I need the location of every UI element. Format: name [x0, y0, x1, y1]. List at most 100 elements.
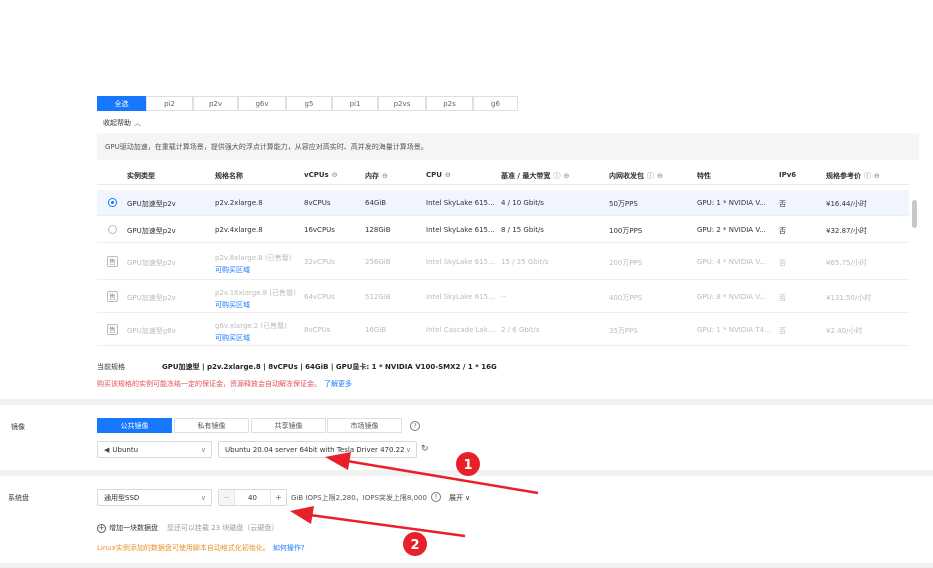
help-icon[interactable]: ⓘ	[647, 171, 654, 181]
cell-cpu: Intel SkyLake 615...	[426, 199, 495, 207]
cell-spec: p2v.4xlarge.8	[215, 226, 263, 234]
cell-bandwidth: 15 / 25 Gbit/s	[501, 258, 549, 266]
table-scrollbar-thumb[interactable]	[912, 200, 917, 228]
th-vcpus[interactable]: vCPUs ⊖	[304, 171, 338, 179]
image-version-value: Ubuntu 20.04 server 64bit with Tesla Dri…	[225, 445, 405, 454]
linux-init-tip-text: Linux实例添加的数据盘可使用脚本自动格式化初始化。	[97, 544, 270, 552]
image-tab-1[interactable]: 私有镜像	[174, 418, 249, 433]
annotation-marker-2-label: 2	[410, 538, 419, 553]
type-tab-g6[interactable]: g6	[473, 96, 518, 111]
chevron-down-icon: ∨	[465, 494, 471, 502]
section-divider	[0, 563, 933, 568]
cell-bandwidth: 2 / 6 Gbit/s	[501, 326, 540, 334]
purchasable-region-link[interactable]: 可购买区域	[215, 333, 300, 343]
row-radio[interactable]	[108, 198, 117, 207]
image-version-select[interactable]: Ubuntu 20.04 server 64bit with Tesla Dri…	[218, 441, 417, 458]
sort-icon[interactable]: ⊖	[563, 172, 569, 180]
type-tab-p2v[interactable]: p2v	[193, 96, 238, 111]
disk-size-input[interactable]: 40	[235, 490, 270, 505]
cell-ipv6: 否	[779, 200, 786, 208]
cell-memory: 64GiB	[365, 199, 387, 207]
cell-vcpus: 16vCPUs	[304, 226, 335, 234]
type-tab-g6v[interactable]: g6v	[238, 96, 286, 111]
th-memory[interactable]: 内存 ⊖	[365, 171, 388, 181]
cell-feature: GPU: 4 * NVIDIA V...	[697, 258, 766, 266]
th-cpu[interactable]: CPU ⊖	[426, 171, 451, 179]
type-tab-pi2[interactable]: pi2	[146, 96, 193, 111]
type-tab-pi1[interactable]: pi1	[332, 96, 378, 111]
image-tab-0[interactable]: 公共镜像	[97, 418, 172, 433]
current-spec-value: GPU加速型 | p2v.2xlarge.8 | 8vCPUs | 64GiB …	[162, 363, 497, 371]
refresh-icon[interactable]: ↻	[421, 444, 429, 454]
spec-name-text: g6v.xlarge.2 (已售罄)	[215, 322, 287, 330]
table-row[interactable]: GPU加速型p2v p2v.2xlarge.8 8vCPUs 64GiB Intel S…	[97, 190, 909, 216]
decrement-button[interactable]: −	[219, 490, 235, 505]
image-tab-2[interactable]: 共享镜像	[251, 418, 326, 433]
cell-ipv6: 否	[779, 227, 786, 235]
th-spec-name: 规格名称	[215, 172, 243, 180]
soldout-icon: 售	[107, 324, 118, 335]
table-row: 售 GPU加速型p2v p2v.8xlarge.8 (已售罄) 可购买区域 32vCPU…	[97, 243, 909, 280]
cell-cpu: Intel SkyLake 615...	[426, 293, 495, 301]
image-tab-3[interactable]: 市场镜像	[327, 418, 402, 433]
cell-memory: 128GiB	[365, 226, 391, 234]
os-select[interactable]: ◀ Ubuntu ∨	[97, 441, 212, 458]
disk-size-stepper[interactable]: − 40 +	[218, 489, 287, 506]
sort-icon[interactable]: ⊖	[657, 172, 663, 180]
spec-name-text: p2v.8xlarge.8 (已售罄)	[215, 254, 292, 262]
chevron-up-icon: ︿	[134, 119, 141, 127]
cell-feature: GPU: 8 * NVIDIA V...	[697, 293, 766, 301]
th-price[interactable]: 规格参考价 ⓘ ⊖	[826, 171, 880, 181]
how-to-link[interactable]: 如何操作?	[273, 544, 305, 552]
th-ipv6: IPv6	[779, 171, 797, 179]
cell-ipv6: 否	[779, 294, 786, 302]
type-tab-全选[interactable]: 全选	[97, 96, 146, 111]
cell-memory: 16GiB	[365, 326, 387, 334]
table-row: 售 GPU加速型p2v p2v.16xlarge.8 (已售罄) 可购买区域 64vCP…	[97, 280, 909, 313]
cell-cpu: Intel SkyLake 615...	[426, 226, 495, 234]
disk-help-icon[interactable]: ?	[431, 492, 441, 502]
purchasable-region-link[interactable]: 可购买区域	[215, 300, 300, 310]
fold-help-toggle[interactable]: 收起帮助 ︿	[103, 118, 141, 128]
cell-type: GPU加速型p2v	[127, 227, 176, 235]
purchasable-region-link[interactable]: 可购买区域	[215, 265, 300, 275]
cell-ipv6: 否	[779, 327, 786, 335]
cell-cpu: Intel Cascade Lak...	[426, 326, 495, 334]
add-data-disk-button[interactable]: + 增加一块数据盘 您还可以挂载 23 块磁盘（云硬盘）	[97, 523, 278, 533]
type-tab-p2s[interactable]: p2s	[426, 96, 473, 111]
table-row[interactable]: GPU加速型p2v p2v.4xlarge.8 16vCPUs 128GiB Intel…	[97, 216, 909, 243]
chevron-down-icon: ∨	[200, 493, 206, 502]
spec-name-text: p2v.16xlarge.8 (已售罄)	[215, 289, 296, 297]
fold-help-label: 收起帮助	[103, 119, 131, 127]
type-tab-g5[interactable]: g5	[286, 96, 332, 111]
disk-type-select[interactable]: 通用型SSD ∨	[97, 489, 212, 506]
cell-spec: g6v.xlarge.2 (已售罄) 可购买区域	[215, 321, 300, 343]
th-bandwidth[interactable]: 基准 / 最大带宽 ⓘ ⊖	[501, 171, 569, 181]
gpu-description-text: GPU驱动加速，在重载计算场景，提供强大的浮点计算能力，从容应对高实时、高并发的…	[105, 142, 428, 151]
cell-vcpus: 32vCPUs	[304, 258, 335, 266]
cell-pps: 100万PPS	[609, 227, 643, 235]
cell-feature: GPU: 1 * NVIDIA V...	[697, 199, 766, 207]
type-tab-p2vs[interactable]: p2vs	[378, 96, 426, 111]
help-icon[interactable]: ⓘ	[864, 171, 871, 181]
row-radio[interactable]	[108, 225, 117, 234]
cell-pps: 35万PPS	[609, 327, 638, 335]
spec-table-header: 实例类型 规格名称 vCPUs ⊖ 内存 ⊖ CPU ⊖ 基准 / 最大带宽 ⓘ ⊖ 内网…	[97, 165, 909, 185]
expand-toggle[interactable]: 展开 ∨	[449, 493, 470, 503]
plus-circle-icon: +	[97, 523, 106, 533]
sort-icon[interactable]: ⊖	[445, 171, 451, 179]
sort-icon[interactable]: ⊖	[874, 172, 880, 180]
image-section-label: 镜像	[11, 423, 25, 431]
annotation-arrow-2	[290, 506, 466, 538]
sort-icon[interactable]: ⊖	[332, 171, 338, 179]
learn-more-link[interactable]: 了解更多	[324, 380, 352, 388]
image-help-icon[interactable]: ?	[410, 421, 420, 431]
cell-vcpus: 8vCPUs	[304, 199, 331, 207]
help-icon[interactable]: ⓘ	[553, 171, 560, 181]
cell-bandwidth: 8 / 15 Gbit/s	[501, 226, 544, 234]
th-pps[interactable]: 内网收发包 ⓘ ⊖	[609, 171, 663, 181]
chevron-down-icon: ∨	[405, 445, 411, 454]
increment-button[interactable]: +	[270, 490, 286, 505]
sort-icon[interactable]: ⊖	[382, 172, 388, 180]
cell-feature: GPU: 2 * NVIDIA V...	[697, 226, 766, 234]
